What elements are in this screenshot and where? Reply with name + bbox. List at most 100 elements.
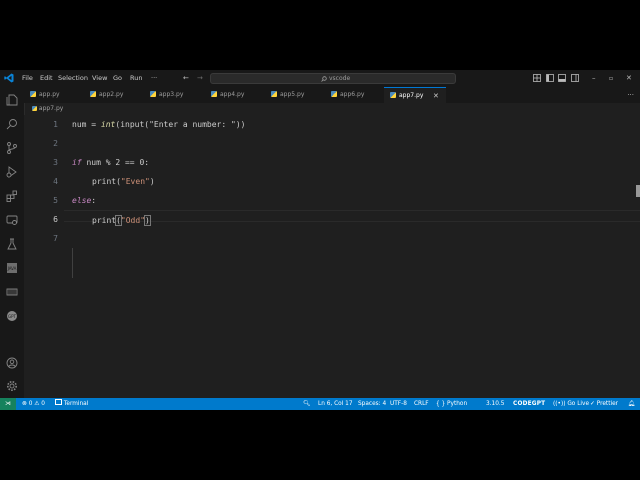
code-line-3: if num % 2 == 0: (72, 158, 149, 167)
menu-go[interactable]: Go (113, 70, 122, 87)
line-number: 4 (53, 177, 58, 186)
terminal-label: Terminal (63, 401, 89, 407)
code-token: "Odd" (120, 216, 146, 225)
menu-selection[interactable]: Selection (58, 70, 88, 87)
tab-label: app5.py (280, 91, 305, 98)
code-line-1: num = int(input("Enter a number: ")) (72, 120, 245, 129)
tab-app2[interactable]: app2.py (90, 87, 146, 103)
vscode-logo-icon (4, 73, 14, 83)
terminal-button[interactable]: Terminal (55, 398, 88, 410)
encoding[interactable]: UTF-8 (390, 398, 407, 410)
text-cursor (149, 215, 151, 224)
code-token: = (86, 120, 101, 129)
search-icon (321, 76, 327, 82)
code-token: input (120, 120, 145, 129)
code-token: print (92, 177, 117, 186)
tab-app6[interactable]: app6.py (331, 87, 387, 103)
code-token: "Even" (120, 177, 150, 186)
minimap-scroll-indicator[interactable] (636, 185, 640, 197)
code-token: print (92, 216, 117, 225)
run-debug-icon[interactable] (6, 166, 18, 178)
language-mode[interactable]: { } Python (436, 398, 467, 410)
customize-layout-icon[interactable] (533, 74, 541, 82)
code-token: num (72, 120, 87, 129)
terminal-icon (55, 399, 62, 405)
back-arrow-icon[interactable]: ← (183, 70, 189, 87)
close-window-icon[interactable]: ✕ (626, 70, 632, 87)
explorer-icon[interactable] (6, 94, 18, 106)
indentation[interactable]: Spaces: 4 (358, 398, 386, 410)
code-token: num % 2 == 0: (81, 158, 150, 167)
remote-explorer-icon[interactable] (6, 214, 18, 226)
python-version[interactable]: 3.10.5 (486, 398, 504, 410)
minimize-icon[interactable]: – (592, 70, 596, 87)
close-tab-icon[interactable]: ✕ (433, 88, 439, 104)
testing-icon[interactable] (6, 238, 18, 250)
account-icon[interactable] (6, 357, 18, 369)
python-file-icon (30, 91, 36, 97)
broadcast-icon: ((•)) (553, 401, 566, 407)
menu-edit[interactable]: Edit (40, 70, 53, 87)
python-file-icon (331, 91, 337, 97)
python-file-icon (211, 91, 217, 97)
breadcrumb[interactable]: app7.py (24, 103, 63, 115)
tab-app3[interactable]: app3.py (150, 87, 206, 103)
line-number: 7 (53, 234, 58, 243)
command-center-search[interactable]: vscode (210, 73, 456, 84)
maximize-icon[interactable]: ▫ (609, 70, 613, 87)
tab-app[interactable]: app.py (30, 87, 86, 103)
cursor-position[interactable]: Ln 6, Col 17 (318, 398, 353, 410)
tab-app4[interactable]: app4.py (211, 87, 267, 103)
more-actions-icon[interactable]: ··· (627, 87, 634, 103)
tab-label: app4.py (220, 91, 245, 98)
tab-app7[interactable]: app7.py ✕ (384, 87, 446, 103)
tab-label: app2.py (99, 91, 124, 98)
zoom-icon[interactable]: 🔍︎ (303, 398, 310, 410)
database-icon[interactable] (6, 286, 18, 298)
menu-view[interactable]: View (92, 70, 107, 87)
toggle-sidebar-icon[interactable] (546, 74, 554, 82)
search-icon[interactable] (6, 118, 18, 130)
vscode-window: File Edit Selection View Go Run ··· ← → … (0, 70, 640, 410)
svg-text:GPT: GPT (8, 314, 17, 319)
line-number: 5 (53, 196, 58, 205)
search-text: vscode (329, 75, 351, 82)
python-file-icon (150, 91, 156, 97)
code-token: "Enter a number: " (149, 120, 236, 129)
prettier-status[interactable]: ✓ Prettier (590, 398, 618, 410)
python-file-icon (390, 92, 396, 98)
settings-gear-icon[interactable] (6, 380, 18, 392)
codegpt-status[interactable]: CODEGPT (513, 398, 545, 410)
java-projects-icon[interactable]: JAVA (6, 262, 18, 274)
codegpt-icon[interactable]: GPT (6, 310, 18, 322)
tab-label: app3.py (159, 91, 184, 98)
indent-guide (72, 248, 73, 278)
python-file-icon (32, 105, 37, 111)
menu-run[interactable]: Run (130, 70, 142, 87)
title-bar: File Edit Selection View Go Run ··· ← → … (0, 70, 640, 87)
remote-indicator-icon[interactable]: ⋊ (0, 398, 16, 410)
problems-indicator[interactable]: ⊗ 0 ⚠ 0 (22, 398, 45, 410)
editor-tab-bar: app.py app2.py app3.py app4.py app5.py a… (24, 87, 640, 103)
end-of-line[interactable]: CRLF (414, 398, 429, 410)
tab-label: app6.py (340, 91, 365, 98)
tab-app5[interactable]: app5.py (271, 87, 327, 103)
go-live-button[interactable]: ((•)) Go Live (553, 398, 589, 410)
toggle-panel-icon[interactable] (558, 74, 566, 82)
code-line-5: else: (72, 196, 96, 205)
menu-file[interactable]: File (22, 70, 33, 87)
extensions-icon[interactable] (6, 190, 18, 202)
toggle-secondary-sidebar-icon[interactable] (571, 74, 579, 82)
code-line-6: print("Odd") (92, 215, 151, 226)
menu-more[interactable]: ··· (151, 70, 157, 87)
line-number: 2 (53, 139, 58, 148)
code-editor[interactable]: 1 2 3 4 5 6 7 num = int(input("Enter a n… (24, 115, 640, 398)
notifications-bell-icon[interactable]: 🔔︎ (628, 398, 635, 410)
svg-text:JAVA: JAVA (7, 266, 17, 271)
source-control-icon[interactable] (6, 142, 18, 154)
status-bar: ⋊ ⊗ 0 ⚠ 0 Terminal 🔍︎ Ln 6, Col 17 Space… (0, 398, 640, 410)
forward-arrow-icon[interactable]: → (197, 70, 203, 87)
tab-label: app7.py (399, 92, 424, 99)
activity-bar: JAVA GPT (0, 87, 25, 398)
breadcrumb-file[interactable]: app7.py (39, 105, 63, 112)
